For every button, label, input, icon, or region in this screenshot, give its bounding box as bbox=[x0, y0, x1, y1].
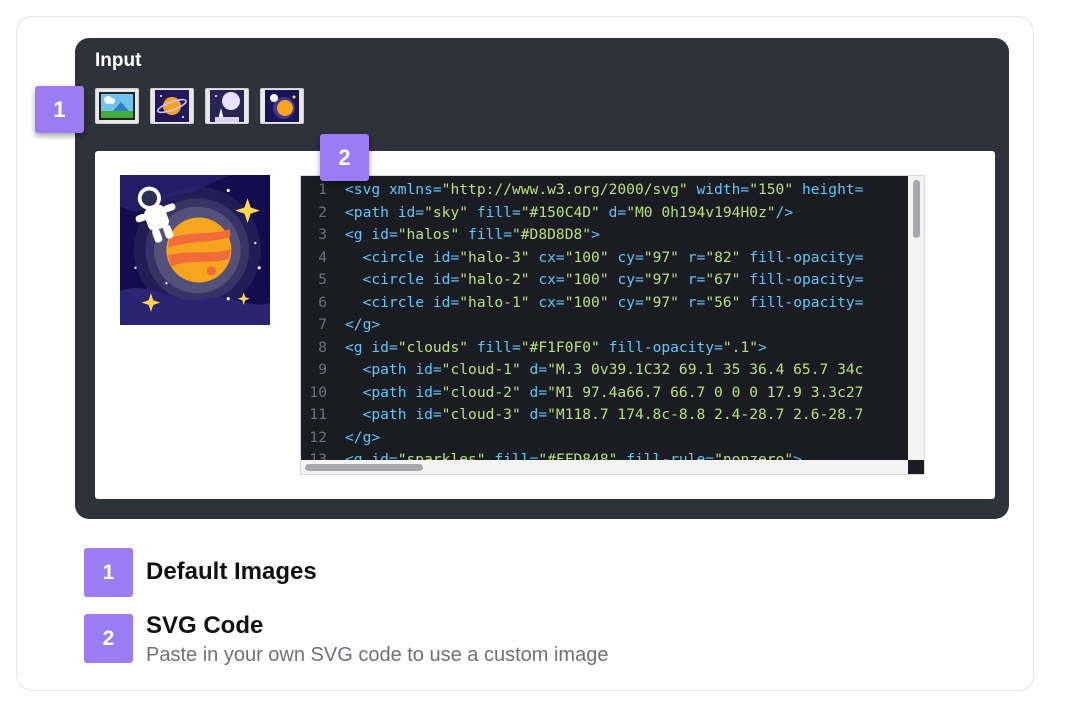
line-number: 7 bbox=[318, 316, 327, 333]
line-text[interactable]: </g> bbox=[345, 429, 380, 446]
code-line[interactable]: 10 <path id="cloud-2" d="M1 97.4a66.7 66… bbox=[301, 382, 908, 405]
code-line[interactable]: 1 <svg xmlns="http://www.w3.org/2000/svg"… bbox=[301, 179, 908, 202]
svg-code-editor[interactable]: 1 <svg xmlns="http://www.w3.org/2000/svg"… bbox=[300, 175, 925, 475]
vertical-scrollbar-thumb[interactable] bbox=[913, 180, 920, 238]
legend-description: Paste in your own SVG code to use a cust… bbox=[146, 644, 609, 666]
vertical-scrollbar[interactable] bbox=[908, 176, 924, 460]
thumbnail-thank-you[interactable] bbox=[205, 88, 249, 124]
line-number: 11 bbox=[309, 406, 327, 423]
horizontal-scrollbar[interactable] bbox=[301, 460, 908, 474]
code-line[interactable]: 6 <circle id="halo-1" cx="100" cy="97" r… bbox=[301, 292, 908, 315]
line-number: 5 bbox=[318, 271, 327, 288]
line-number: 8 bbox=[318, 338, 327, 356]
thumbnail-astronaut[interactable] bbox=[260, 88, 304, 124]
code-line[interactable]: 9 <path id="cloud-1" d="M.3 0v39.1C32 69… bbox=[301, 359, 908, 382]
code-line[interactable]: 4 <circle id="halo-3" cx="100" cy="97" r… bbox=[301, 247, 908, 270]
code-line[interactable]: 5 <circle id="halo-2" cx="100" cy="97" r… bbox=[301, 269, 908, 292]
legend-title: Default Images bbox=[146, 558, 317, 585]
panel-title: Input bbox=[95, 50, 142, 71]
line-number: 2 bbox=[318, 203, 327, 221]
thumbnail-planet[interactable] bbox=[150, 88, 194, 124]
line-text[interactable]: <path id="cloud-1" d="M.3 0v39.1C32 69.1… bbox=[345, 361, 864, 378]
code-line[interactable]: 11 <path id="cloud-3" d="M118.7 174.8c-8… bbox=[301, 404, 908, 427]
code-line[interactable]: 12 </g> bbox=[301, 427, 908, 450]
legend-title: SVG Code bbox=[146, 612, 264, 639]
legend-number-badge: 1 bbox=[84, 548, 133, 597]
line-text[interactable]: <svg xmlns="http://www.w3.org/2000/svg" … bbox=[345, 181, 863, 198]
code-line[interactable]: 7 </g> bbox=[301, 314, 908, 337]
landscape-image-icon bbox=[99, 92, 135, 120]
default-images-row bbox=[95, 88, 304, 124]
astronaut-planet-image-icon bbox=[265, 90, 299, 122]
svg-preview-image bbox=[120, 175, 270, 325]
line-number: 9 bbox=[318, 361, 327, 378]
thank-you-image-icon bbox=[210, 90, 244, 122]
line-text[interactable]: </g> bbox=[345, 316, 380, 333]
line-text[interactable]: <g id="clouds" fill="#F1F0F0" fill-opaci… bbox=[345, 339, 767, 356]
line-text[interactable]: <path id="cloud-2" d="M1 97.4a66.7 66.7 … bbox=[345, 384, 864, 401]
line-number: 10 bbox=[309, 383, 327, 401]
code-line[interactable]: 8 <g id="clouds" fill="#F1F0F0" fill-opac… bbox=[301, 337, 908, 360]
planet-image-icon bbox=[155, 90, 189, 122]
line-number: 4 bbox=[318, 248, 327, 266]
svg-workarea: 1 <svg xmlns="http://www.w3.org/2000/svg"… bbox=[95, 151, 995, 499]
line-text[interactable]: <circle id="halo-3" cx="100" cy="97" r="… bbox=[345, 249, 864, 266]
line-number: 3 bbox=[318, 226, 327, 243]
code-line[interactable]: 2 <path id="sky" fill="#150C4D" d="M0 0h1… bbox=[301, 202, 908, 225]
line-text[interactable]: <g id="halos" fill="#D8D8D8"> bbox=[345, 226, 600, 243]
line-text[interactable]: <circle id="halo-2" cx="100" cy="97" r="… bbox=[345, 271, 864, 288]
thumbnail-landscape[interactable] bbox=[95, 88, 139, 124]
line-number: 1 bbox=[318, 181, 327, 198]
line-text[interactable]: <circle id="halo-1" cx="100" cy="97" r="… bbox=[345, 294, 864, 311]
input-panel: Input 1 <svg xmlns="http://www.w3.org/20… bbox=[75, 38, 1009, 519]
horizontal-scrollbar-thumb[interactable] bbox=[305, 464, 423, 471]
line-text[interactable]: <path id="cloud-3" d="M118.7 174.8c-8.8 … bbox=[345, 406, 864, 423]
code-lines[interactable]: 1 <svg xmlns="http://www.w3.org/2000/svg"… bbox=[301, 179, 908, 472]
marker-badge-2: 2 bbox=[320, 134, 369, 181]
line-text[interactable]: <path id="sky" fill="#150C4D" d="M0 0h19… bbox=[345, 204, 793, 221]
line-number: 12 bbox=[309, 428, 327, 446]
legend-number-badge: 2 bbox=[84, 614, 133, 663]
marker-badge-1: 1 bbox=[35, 86, 84, 133]
code-line[interactable]: 3 <g id="halos" fill="#D8D8D8"> bbox=[301, 224, 908, 247]
line-number: 6 bbox=[318, 293, 327, 311]
